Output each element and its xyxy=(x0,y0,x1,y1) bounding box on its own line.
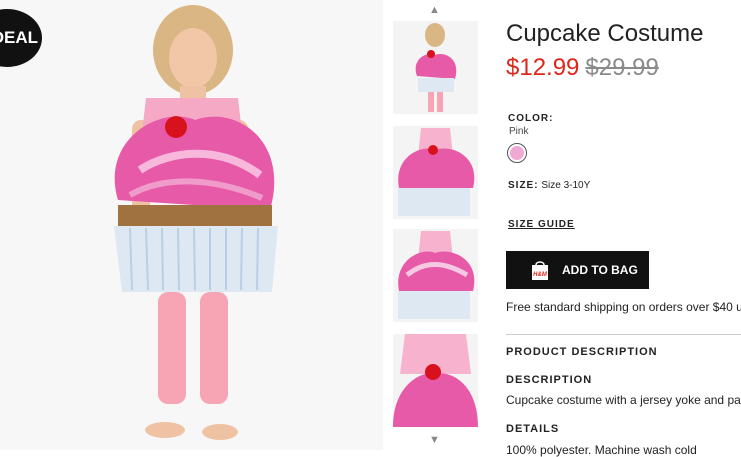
size-row: SIZE: Size 3-10Y xyxy=(508,180,590,191)
product-info-panel: Cupcake Costume $12.99 $29.99 COLOR: Pink… xyxy=(506,0,741,457)
details-label: DETAILS xyxy=(506,423,560,435)
size-guide-link[interactable]: SIZE GUIDE xyxy=(508,219,575,230)
thumbnail-column: ▲ ▼ xyxy=(393,0,478,457)
shopping-bag-icon: H&M xyxy=(532,261,548,280)
color-swatch-pink[interactable] xyxy=(507,143,527,163)
shipping-note: Free standard shipping on orders over $4… xyxy=(506,300,741,314)
thumbnail-1[interactable] xyxy=(393,21,478,114)
product-description-heading[interactable]: PRODUCT DESCRIPTION xyxy=(506,346,658,358)
color-value: Pink xyxy=(509,126,529,137)
thumbnail-costume-back-image xyxy=(393,229,478,322)
thumbnail-full-figure-image xyxy=(393,21,478,114)
add-to-bag-label: ADD TO BAG xyxy=(562,263,638,277)
thumbnail-costume-closeup-image xyxy=(393,334,478,427)
add-to-bag-button[interactable]: H&M ADD TO BAG xyxy=(506,251,649,289)
sale-price: $12.99 xyxy=(506,54,580,81)
thumbnail-3[interactable] xyxy=(393,229,478,322)
product-title: Cupcake Costume xyxy=(506,20,704,47)
description-label: DESCRIPTION xyxy=(506,374,593,386)
chevron-up-icon[interactable]: ▲ xyxy=(429,4,440,16)
thumbnail-2[interactable] xyxy=(393,126,478,219)
description-text: Cupcake costume with a jersey yoke and p… xyxy=(506,393,741,407)
swatch-fill xyxy=(510,146,524,160)
original-price: $29.99 xyxy=(585,54,659,81)
size-value: Size 3-10Y xyxy=(541,180,591,191)
details-text: 100% polyester. Machine wash cold xyxy=(506,443,697,457)
main-product-image[interactable]: DEAL xyxy=(0,0,383,450)
color-label: COLOR: xyxy=(508,113,554,124)
bag-logo-text: H&M xyxy=(533,272,548,278)
child-in-costume-illustration xyxy=(0,0,383,450)
divider xyxy=(506,334,741,335)
price-row: $12.99 $29.99 xyxy=(506,54,659,82)
size-label: SIZE: xyxy=(508,180,539,191)
thumbnail-4[interactable] xyxy=(393,334,478,427)
chevron-down-icon[interactable]: ▼ xyxy=(429,434,440,446)
thumbnail-costume-front-image xyxy=(393,126,478,219)
